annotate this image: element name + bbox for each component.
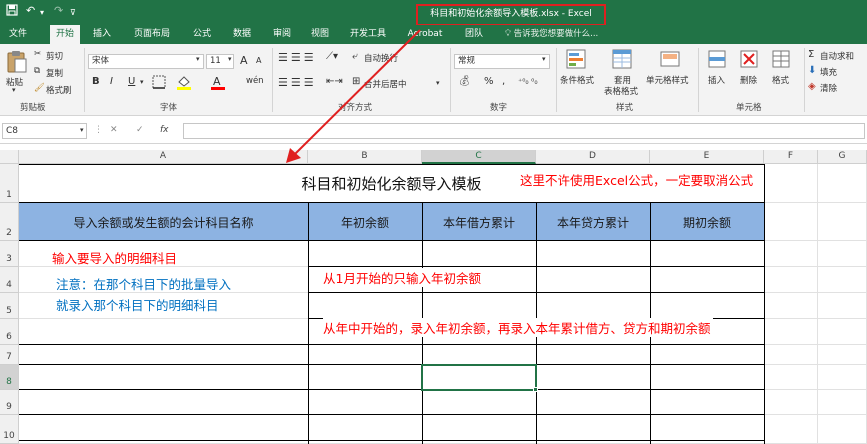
- annotation-arrow-icon: [286, 29, 421, 163]
